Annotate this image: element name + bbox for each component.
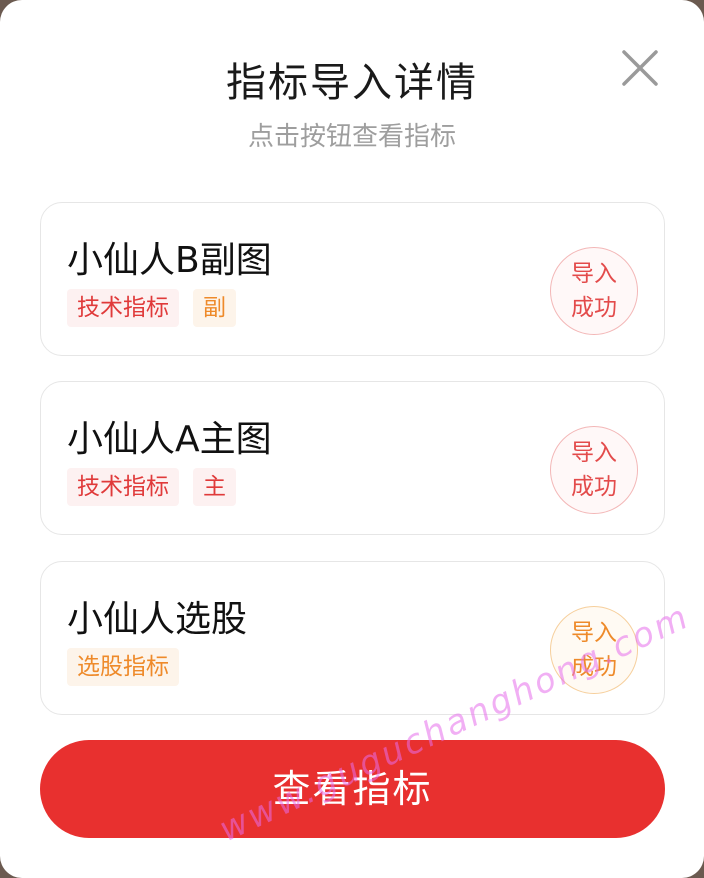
dialog-subtitle: 点击按钮查看指标 [247, 122, 456, 152]
stamp-line: 导入 [571, 620, 617, 646]
import-details-dialog: 指标导入详情 点击按钮查看指标 小仙人B副图 技术指标 副 导入 成功 小仙人A… [0, 0, 704, 878]
stamp-line: 导入 [571, 440, 617, 466]
stamp-line: 成功 [571, 295, 617, 321]
tag-list: 技术指标 副 [67, 289, 236, 327]
indicator-tag: 主 [193, 468, 236, 506]
view-indicators-button[interactable]: 查看指标 [40, 740, 665, 838]
indicator-tag: 选股指标 [67, 648, 179, 686]
dialog-title: 指标导入详情 [226, 60, 478, 106]
indicator-tag: 技术指标 [67, 289, 179, 327]
stamp-line: 成功 [571, 474, 617, 500]
indicator-name: 小仙人选股 [67, 599, 248, 640]
import-success-stamp: 导入 成功 [550, 606, 638, 694]
stamp-line: 成功 [571, 654, 617, 680]
indicator-name: 小仙人B副图 [67, 240, 272, 281]
indicator-tag: 技术指标 [67, 468, 179, 506]
indicator-card: 小仙人选股 选股指标 导入 成功 [40, 561, 665, 715]
stamp-line: 导入 [571, 261, 617, 287]
indicator-card: 小仙人A主图 技术指标 主 导入 成功 [40, 381, 665, 535]
import-success-stamp: 导入 成功 [550, 247, 638, 335]
import-success-stamp: 导入 成功 [550, 426, 638, 514]
indicator-name: 小仙人A主图 [67, 419, 272, 460]
indicator-tag: 副 [193, 289, 236, 327]
tag-list: 技术指标 主 [67, 468, 236, 506]
indicator-card: 小仙人B副图 技术指标 副 导入 成功 [40, 202, 665, 356]
tag-list: 选股指标 [67, 648, 179, 686]
